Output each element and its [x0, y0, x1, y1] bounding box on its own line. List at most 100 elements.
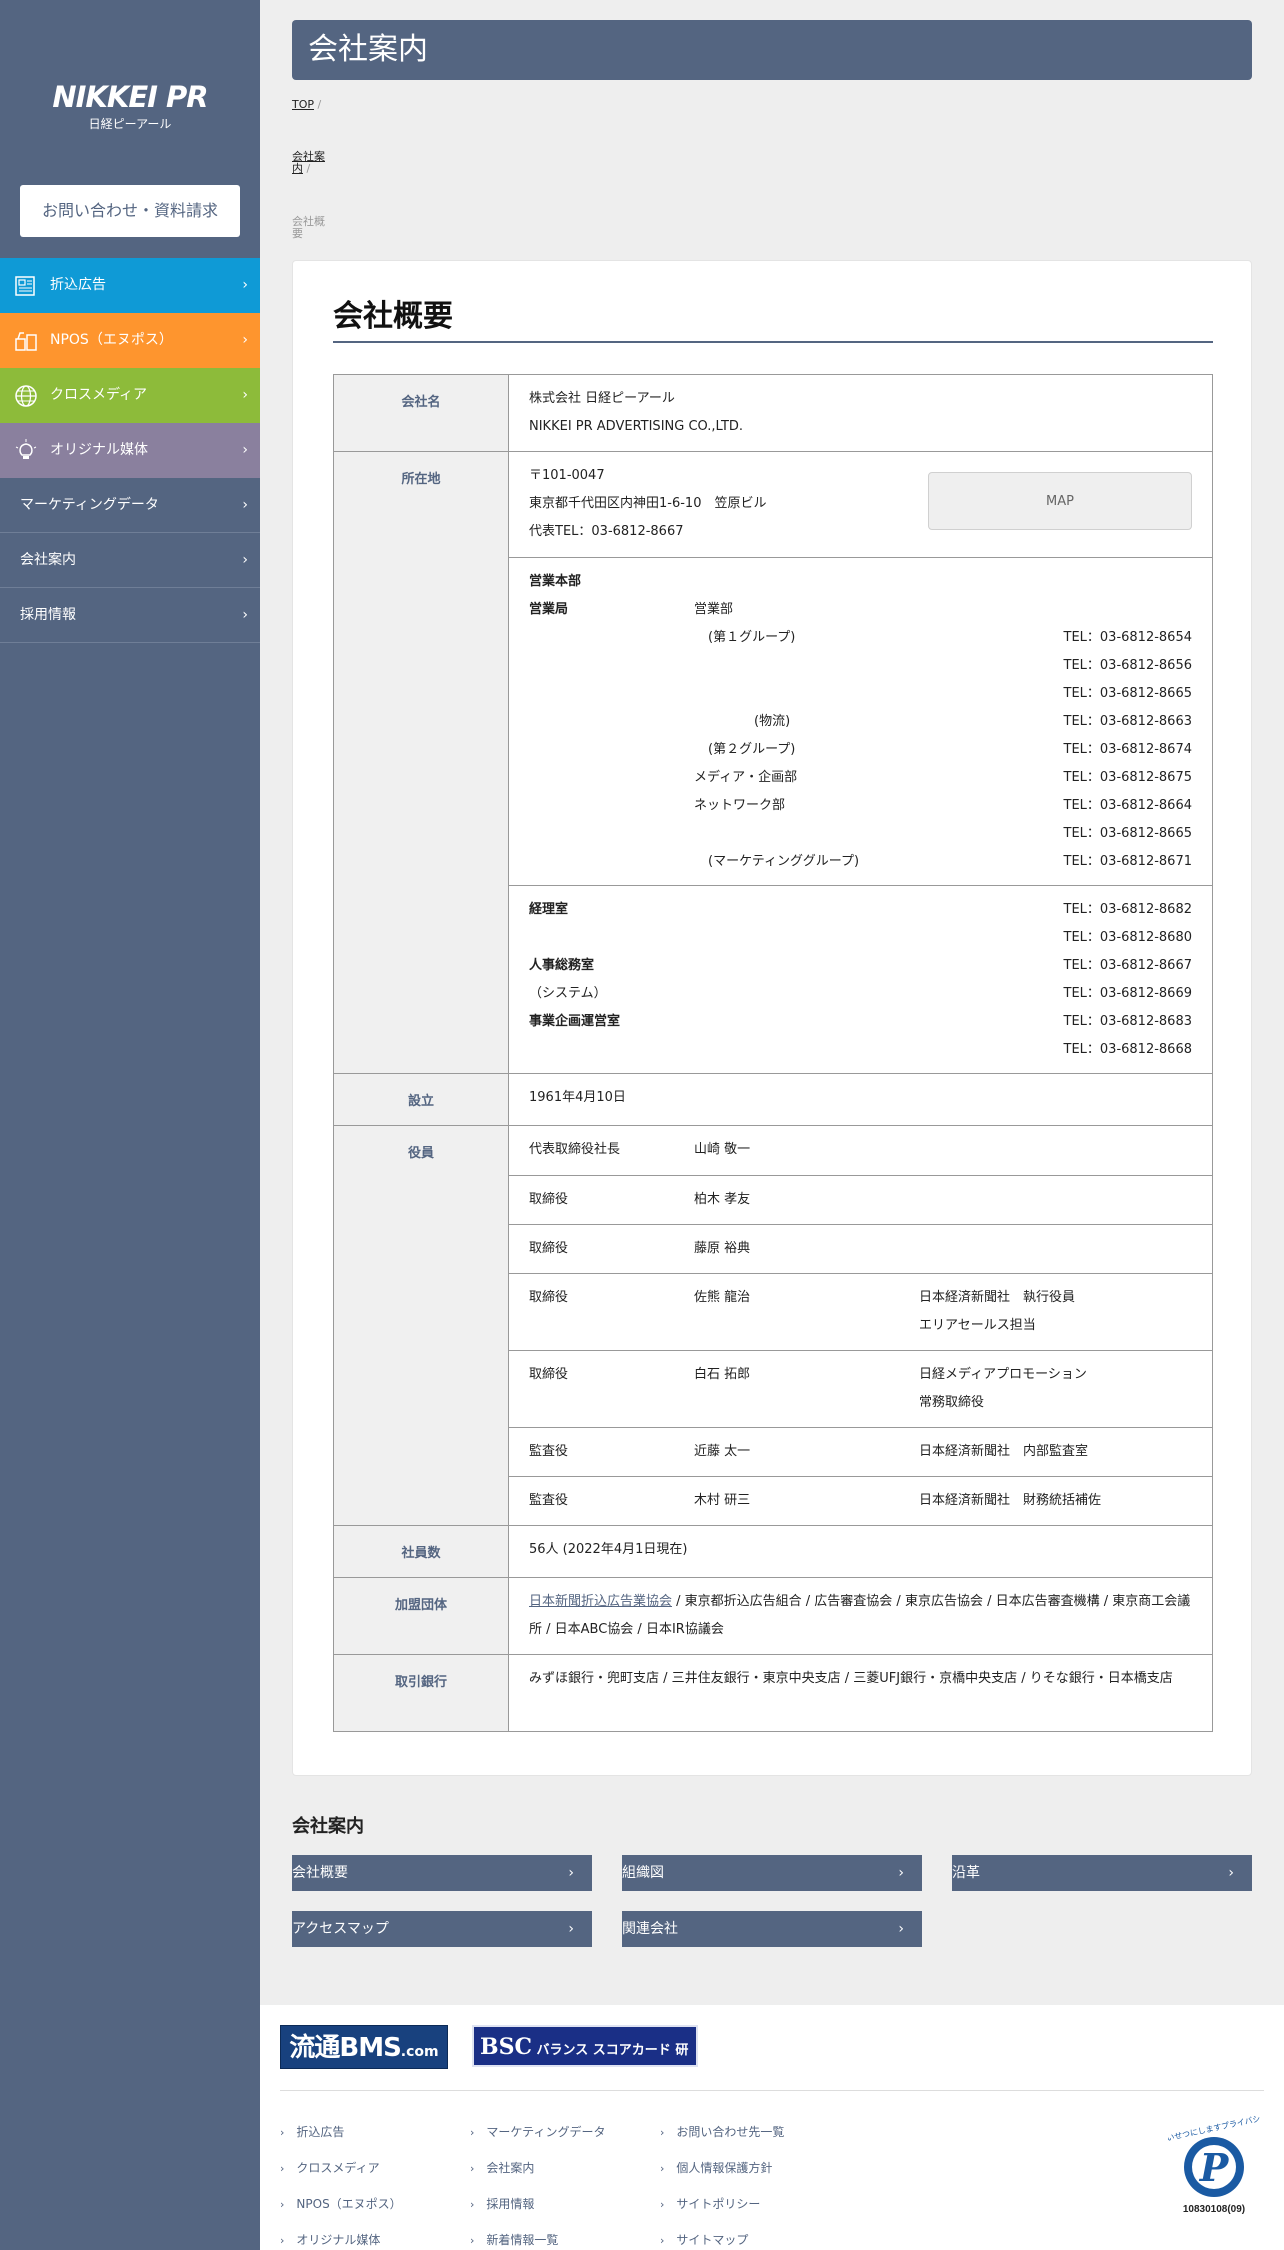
- office-name: [529, 1036, 1042, 1064]
- sidebar-item-marketing-data[interactable]: マーケティングデータ ›: [0, 478, 260, 533]
- footer-link[interactable]: › NPOS（エヌポス）: [280, 2197, 402, 2212]
- office-tel: TEL：03-6812-8680: [1063, 930, 1193, 945]
- officer-note: [919, 1136, 1192, 1164]
- privacy-mark-icon[interactable]: たいせつにしますプライバシー P 10830108(09): [1168, 2115, 1260, 2215]
- associations-value: 日本新聞折込広告業協会 / 東京都折込広告組合 / 広告審査協会 / 東京広告協…: [508, 1577, 1213, 1655]
- ryutsu-bms-banner[interactable]: 流通BMS.com: [280, 2025, 448, 2069]
- chevron-right-icon: ›: [568, 1865, 574, 1881]
- row-label: 会社名: [333, 374, 509, 452]
- sidebar-item-label: NPOS（エヌポス）: [50, 332, 173, 348]
- row-address: 所在地 〒101-0047 東京都千代田区内神田1-6-10 笠原ビル 代表TE…: [333, 451, 1213, 1074]
- sidebar-item-original-media[interactable]: オリジナル媒体 ›: [0, 423, 260, 478]
- office-name: 人事総務室: [529, 958, 595, 973]
- sales-row: ネットワーク部 TEL：03-6812-8664: [529, 792, 1192, 820]
- privacy-id: 10830108(09): [1183, 2204, 1245, 2215]
- section-button-label: 沿革: [952, 1865, 980, 1881]
- sales-row-tel: TEL：03-6812-8656: [1063, 658, 1193, 673]
- chevron-right-icon: ›: [242, 387, 248, 403]
- chevron-right-icon: ›: [242, 332, 248, 348]
- footer-link[interactable]: › 会社案内: [470, 2161, 534, 2176]
- sales-row-name: (マーケティンググループ): [708, 854, 860, 869]
- bsc-banner[interactable]: BSC バランス スコアカード 研究会: [472, 2025, 698, 2098]
- arrow-icon: ›: [280, 2198, 285, 2211]
- footer-link-label: NPOS（エヌポス）: [296, 2197, 402, 2211]
- sidebar-item-label: 採用情報: [20, 607, 76, 623]
- chevron-right-icon: ›: [242, 277, 248, 293]
- office-name: 経理室: [529, 902, 569, 917]
- sidebar-item-npos[interactable]: NPOS（エヌポス） ›: [0, 313, 260, 368]
- sales-row: TEL：03-6812-8656: [529, 652, 1193, 680]
- office-row: 人事総務室 TEL：03-6812-8667: [529, 952, 1192, 980]
- breadcrumb-link[interactable]: TOP: [292, 98, 314, 111]
- sidebar-item-company[interactable]: 会社案内 ›: [0, 533, 260, 588]
- association-link[interactable]: 日本新聞折込広告業協会: [529, 1594, 672, 1609]
- officer-row: 取締役 佐熊 龍治 日本経済新聞社 執行役員 エリアセールス担当: [509, 1273, 1212, 1350]
- footer-link[interactable]: › クロスメディア: [280, 2161, 380, 2176]
- sales-bureau: 営業局: [529, 602, 569, 617]
- footer-link[interactable]: › 採用情報: [470, 2197, 534, 2212]
- breadcrumb-link-cont[interactable]: 内: [292, 162, 303, 175]
- officer-row: 取締役 藤原 裕典: [509, 1224, 1212, 1273]
- overview-card: 会社概要 会社名 株式会社 日経ピーアール NIKKEI PR ADVERTIS…: [292, 260, 1252, 1776]
- footer-link[interactable]: › サイトマップ: [660, 2233, 748, 2248]
- offices-block: 経理室 TEL：03-6812-8682 TEL：03-6812-8680 人事総…: [509, 885, 1212, 1073]
- sidebar-item-recruit[interactable]: 採用情報 ›: [0, 588, 260, 643]
- sales-row: (マーケティンググループ) TEL：03-6812-8671: [529, 848, 1192, 876]
- footer-link[interactable]: › 個人情報保護方針: [660, 2161, 772, 2176]
- arrow-icon: ›: [470, 2126, 475, 2139]
- arrow-icon: ›: [660, 2234, 665, 2247]
- sidebar-item-crossmedia[interactable]: クロスメディア ›: [0, 368, 260, 423]
- officer-note: 日本経済新聞社 執行役員: [919, 1290, 1076, 1305]
- map-button[interactable]: MAP: [928, 472, 1192, 530]
- arrow-icon: ›: [470, 2162, 475, 2175]
- breadcrumb-top[interactable]: TOP /: [292, 99, 332, 111]
- breadcrumb-current: 会社概要: [292, 216, 332, 240]
- banner-text-suffix: .com: [400, 2044, 439, 2060]
- sales-row-name: [694, 680, 1042, 708]
- chevron-right-icon: ›: [1228, 1865, 1234, 1881]
- officer-name: 木村 研三: [694, 1493, 751, 1508]
- sales-row-name: (第２グループ): [708, 742, 796, 757]
- office-name: [529, 924, 1042, 952]
- officer-row: 監査役 木村 研三 日本経済新聞社 財務統括補佐: [509, 1476, 1212, 1525]
- sales-row-name: [694, 652, 1042, 680]
- footer-link[interactable]: › 新着情報一覧: [470, 2233, 558, 2248]
- officer-name: 近藤 太一: [694, 1444, 751, 1459]
- footer-link[interactable]: › 折込広告: [280, 2125, 344, 2140]
- sales-block: 営業本部 営業局 営業部 (第１グループ) TEL：03-6812-8654 TEL…: [509, 557, 1212, 885]
- row-officers: 役員 代表取締役社長 山崎 敬一 取締役 柏木 孝友 取締役 藤原 裕典 取締役 佐熊 …: [333, 1125, 1213, 1526]
- overview-heading: 会社概要: [333, 297, 1213, 343]
- employees-value: 56人 (2022年4月1日現在): [508, 1525, 1213, 1578]
- svg-text:P: P: [1199, 2145, 1230, 2190]
- office-tel: TEL：03-6812-8682: [1063, 902, 1193, 917]
- footer-divider: [280, 2090, 1264, 2091]
- contact-request-button[interactable]: お問い合わせ・資料請求: [20, 185, 240, 237]
- breadcrumb-separator: /: [306, 162, 311, 175]
- officer-note: 日本経済新聞社 内部監査室: [919, 1444, 1089, 1459]
- office-row: 経理室 TEL：03-6812-8682: [529, 896, 1192, 924]
- sidebar-item-label: 折込広告: [50, 277, 106, 293]
- footer-link[interactable]: › マーケティングデータ: [470, 2125, 605, 2140]
- logo[interactable]: NIKKEI PR 日経ピーアール: [0, 80, 260, 132]
- footer-link[interactable]: › サイトポリシー: [660, 2197, 760, 2212]
- section-button-overview[interactable]: 会社概要 ›: [292, 1855, 592, 1891]
- footer-link[interactable]: › お問い合わせ先一覧: [660, 2125, 784, 2140]
- section-button-org-chart[interactable]: 組織図 ›: [622, 1855, 922, 1891]
- address-cell: 〒101-0047 東京都千代田区内神田1-6-10 笠原ビル 代表TEL：03…: [508, 451, 1213, 1074]
- section-button-access-map[interactable]: アクセスマップ ›: [292, 1911, 592, 1947]
- officer-title: 監査役: [529, 1493, 569, 1508]
- breadcrumb-company[interactable]: 会社案内 /: [292, 151, 332, 175]
- section-button-affiliates[interactable]: 関連会社 ›: [622, 1911, 922, 1947]
- footer-link[interactable]: › オリジナル媒体: [280, 2233, 380, 2248]
- sidebar-item-label: クロスメディア: [50, 387, 148, 403]
- sales-row-tel: TEL：03-6812-8665: [1063, 826, 1193, 841]
- sidebar-item-orikomi[interactable]: 折込広告 ›: [0, 258, 260, 313]
- office-tel: TEL：03-6812-8669: [1063, 986, 1193, 1001]
- officer-title: 取締役: [529, 1192, 569, 1207]
- sales-dept: 営業部: [694, 602, 734, 617]
- section-button-history[interactable]: 沿革 ›: [952, 1855, 1252, 1891]
